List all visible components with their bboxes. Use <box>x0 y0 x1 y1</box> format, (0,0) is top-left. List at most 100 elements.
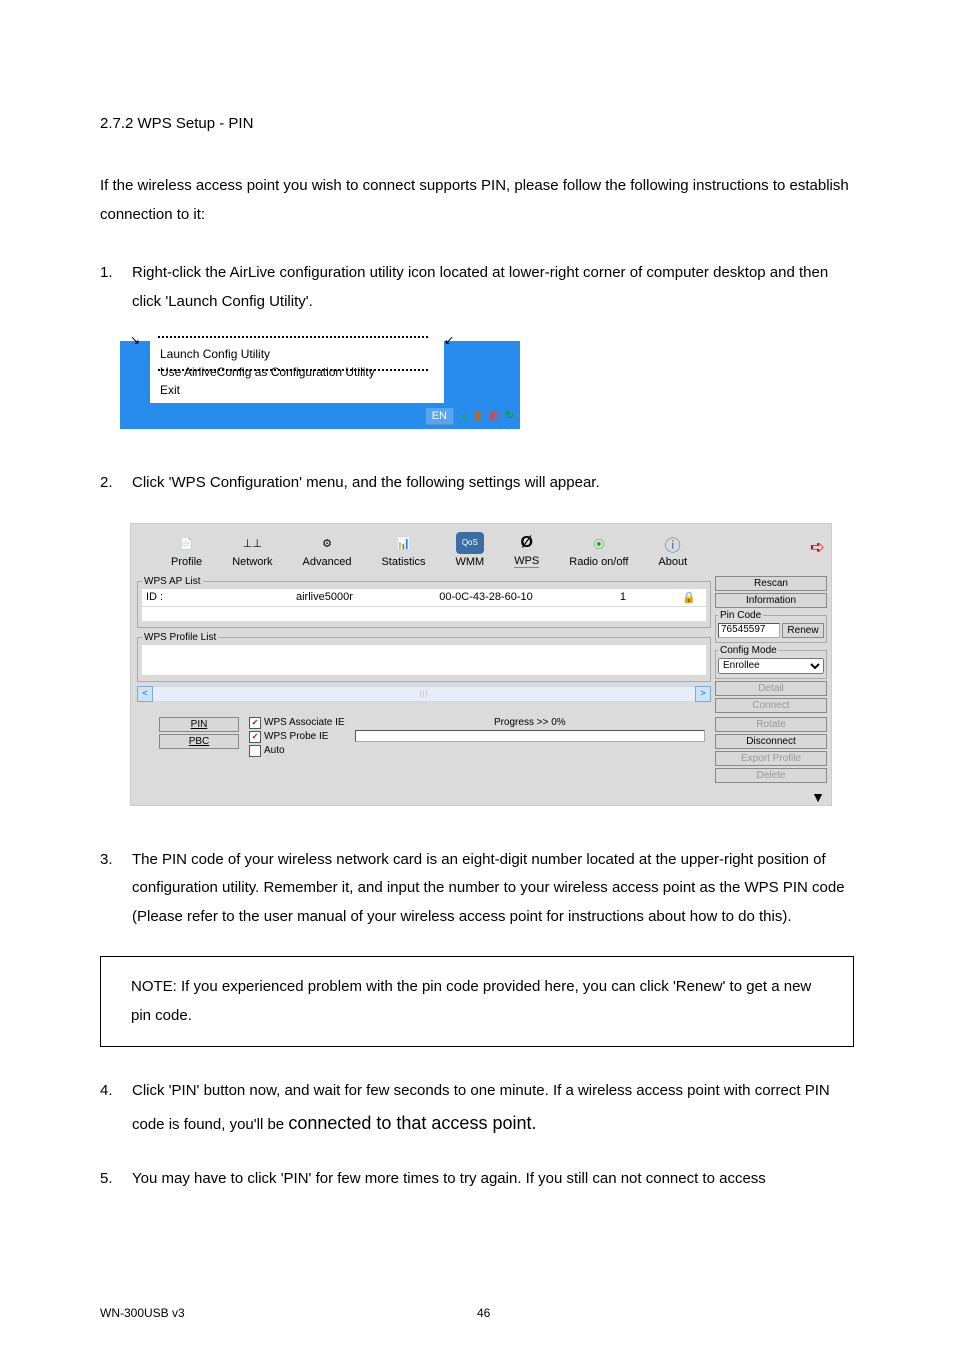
wmm-icon: QoS <box>456 532 484 554</box>
rotate-button[interactable]: Rotate <box>715 717 827 732</box>
checkbox-icon: ✓ <box>249 717 261 729</box>
tab-network[interactable]: ⊥⊥ Network <box>232 534 272 568</box>
profile-list-empty <box>142 645 706 675</box>
disconnect-button[interactable]: Disconnect <box>715 734 827 749</box>
wps-associate-checkbox[interactable]: ✓WPS Associate IE <box>249 717 345 729</box>
step-number: 3. <box>100 846 132 932</box>
menu-item-exit[interactable]: Exit <box>160 381 440 399</box>
note-text: NOTE: If you experienced problem with th… <box>131 978 811 1024</box>
step-number: 5. <box>100 1165 132 1194</box>
step-number: 4. <box>100 1077 132 1140</box>
checkbox-icon: ✓ <box>249 731 261 743</box>
auto-checkbox[interactable]: Auto <box>249 745 345 757</box>
tray-icon[interactable]: ◧ <box>488 410 501 423</box>
horizontal-scrollbar[interactable]: < ||| > <box>137 686 711 702</box>
progress-text: Progress >> 0% <box>355 717 705 728</box>
context-menu-screenshot: ↘ ↙ Launch Config Utility Use AirliveCon… <box>120 341 520 429</box>
system-tray: ⌂ ◧ ◧ ↻ <box>458 410 516 423</box>
delete-button[interactable]: Delete <box>715 768 827 783</box>
pincode-field[interactable]: 76545597 <box>718 623 780 638</box>
scroll-left-button[interactable]: < <box>137 686 153 702</box>
context-menu: ↘ ↙ Launch Config Utility Use AirliveCon… <box>150 341 444 403</box>
footer-page: 46 <box>477 1306 854 1320</box>
note-box: NOTE: If you experienced problem with th… <box>100 956 854 1047</box>
gear-icon: ⚙︎ <box>315 534 339 554</box>
tab-advanced[interactable]: ⚙︎ Advanced <box>303 534 352 568</box>
language-indicator[interactable]: EN <box>425 407 454 425</box>
scroll-track[interactable]: ||| <box>153 686 695 702</box>
pbc-button[interactable]: PBC <box>159 734 239 749</box>
intro-paragraph: If the wireless access point you wish to… <box>100 172 854 229</box>
tab-radio[interactable]: ⦿ Radio on/off <box>569 534 628 568</box>
step-text: You may have to click 'PIN' for few more… <box>132 1165 854 1194</box>
pbc-button-label: PBC <box>189 736 210 747</box>
page-footer: WN-300USB v3 46 <box>100 1306 854 1320</box>
tab-label: WPS <box>514 555 539 567</box>
callout-arrow-right-icon: ↙ <box>444 333 454 347</box>
ap-list-empty-row <box>142 607 706 621</box>
tab-wmm[interactable]: QoS WMM <box>455 532 484 568</box>
tab-label: Network <box>232 556 272 568</box>
pin-button[interactable]: PIN <box>159 717 239 732</box>
expand-arrow-icon[interactable]: ➪ <box>810 537 825 568</box>
callout-dots <box>158 369 428 371</box>
tab-label: About <box>658 556 687 568</box>
ap-list-row[interactable]: ID : airlive5000r 00-0C-43-28-60-10 1 🔒 <box>142 589 706 606</box>
detail-button[interactable]: Detail <box>715 681 827 696</box>
menu-item-use-config[interactable]: Use AirliveConfig as Configuration Utili… <box>160 363 440 381</box>
step-text: The PIN code of your wireless network ca… <box>132 846 854 932</box>
id-label: ID : <box>146 591 163 603</box>
step-text: Right-click the AirLive configuration ut… <box>132 259 854 316</box>
rescan-button[interactable]: Rescan <box>715 576 827 591</box>
tab-label: Profile <box>171 556 202 568</box>
tab-profile[interactable]: 📄 Profile <box>171 534 202 568</box>
fieldset-legend: Pin Code <box>718 610 763 621</box>
tab-statistics[interactable]: 📊 Statistics <box>381 534 425 568</box>
fieldset-legend: WPS Profile List <box>142 632 218 643</box>
pincode-fieldset: Pin Code 76545597 Renew <box>715 610 827 643</box>
ap-channel: 1 <box>576 591 626 603</box>
step-number: 2. <box>100 469 132 498</box>
tray-icon[interactable]: ↻ <box>503 410 516 423</box>
wps-probe-checkbox[interactable]: ✓WPS Probe IE <box>249 731 345 743</box>
profile-icon: 📄 <box>175 534 199 554</box>
wps-profile-list-fieldset: WPS Profile List <box>137 632 711 682</box>
checkbox-label: Auto <box>264 745 285 756</box>
footer-model: WN-300USB v3 <box>100 1306 477 1320</box>
export-profile-button[interactable]: Export Profile <box>715 751 827 766</box>
step-number: 1. <box>100 259 132 316</box>
tab-bar: 📄 Profile ⊥⊥ Network ⚙︎ Advanced 📊 Stati… <box>131 524 831 572</box>
taskbar: EN ⌂ ◧ ◧ ↻ <box>120 403 520 429</box>
network-icon: ⊥⊥ <box>240 534 264 554</box>
radio-icon: ⦿ <box>587 534 611 554</box>
section-heading: 2.7.2 WPS Setup - PIN <box>100 115 854 132</box>
step-text: Click 'PIN' button now, and wait for few… <box>132 1077 854 1140</box>
checkbox-icon <box>249 745 261 757</box>
tab-wps[interactable]: Ø WPS <box>514 533 539 568</box>
configmode-fieldset: Config Mode Enrollee <box>715 645 827 679</box>
callout-dots <box>158 336 428 338</box>
scroll-right-button[interactable]: > <box>695 686 711 702</box>
ap-ssid: airlive5000r <box>296 591 396 603</box>
renew-button[interactable]: Renew <box>782 623 824 638</box>
tab-label: Radio on/off <box>569 556 628 568</box>
collapse-arrow-icon[interactable]: ▼ <box>131 789 831 805</box>
checkbox-label: WPS Associate IE <box>264 717 345 728</box>
about-icon: ⓘ <box>661 534 685 554</box>
tab-label: Advanced <box>303 556 352 568</box>
tray-icon[interactable]: ⌂ <box>458 410 471 423</box>
connect-button[interactable]: Connect <box>715 698 827 713</box>
tab-about[interactable]: ⓘ About <box>658 534 687 568</box>
progress-bar <box>355 730 705 742</box>
lock-icon: 🔒 <box>626 591 702 604</box>
tray-icon[interactable]: ◧ <box>473 410 486 423</box>
tab-label: Statistics <box>381 556 425 568</box>
fieldset-legend: Config Mode <box>718 645 779 656</box>
configmode-select[interactable]: Enrollee <box>718 658 824 674</box>
checkbox-label: WPS Probe IE <box>264 731 328 742</box>
tab-label: WMM <box>455 556 484 568</box>
wps-ap-list-fieldset: WPS AP List ID : airlive5000r 00-0C-43-2… <box>137 576 711 628</box>
information-button[interactable]: Information <box>715 593 827 608</box>
menu-item-launch[interactable]: Launch Config Utility <box>160 345 440 363</box>
scroll-grip-icon: ||| <box>419 689 428 698</box>
